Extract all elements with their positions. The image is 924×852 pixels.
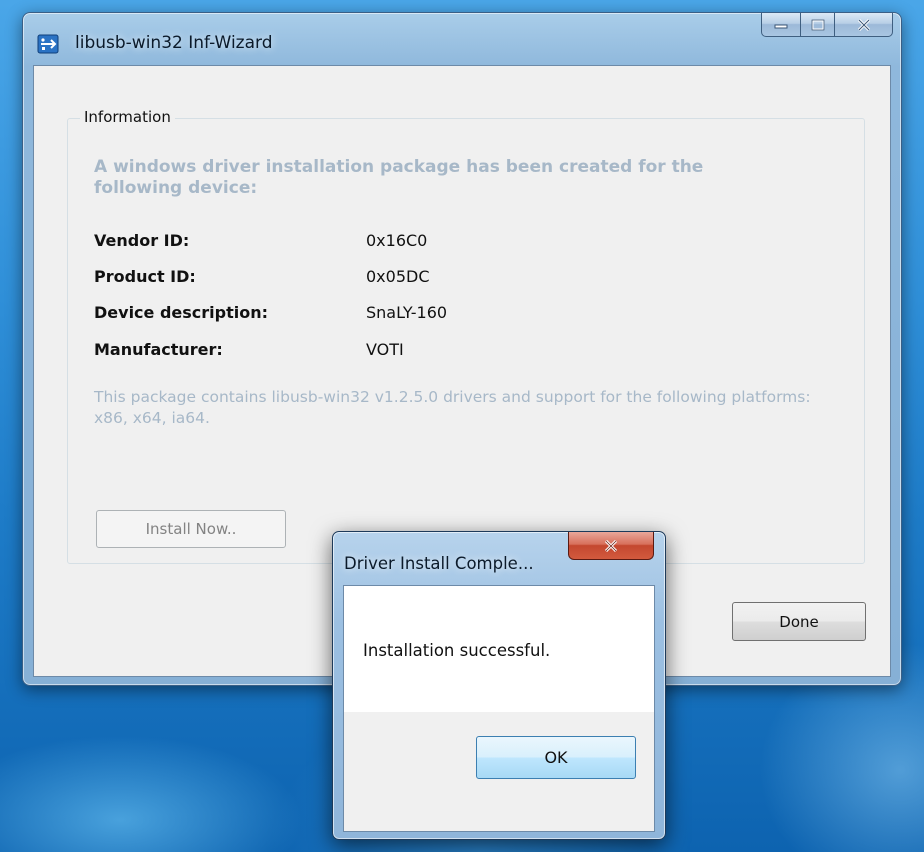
close-icon: [604, 539, 618, 552]
package-created-heading: A windows driver installation package ha…: [94, 157, 704, 198]
window-titlebar[interactable]: libusb-win32 Inf-Wizard: [23, 13, 901, 65]
device-description-value: SnaLY-160: [366, 303, 448, 322]
information-groupbox: Information A windows driver installatio…: [67, 108, 865, 564]
vendor-id-label: Vendor ID:: [94, 231, 190, 250]
usb-app-icon: [37, 33, 59, 55]
dialog-close-button[interactable]: [568, 532, 654, 560]
ok-button[interactable]: OK: [476, 736, 636, 779]
close-icon: [857, 18, 870, 31]
close-button[interactable]: [835, 13, 893, 37]
dialog-message: Installation successful.: [363, 641, 551, 660]
product-id-label: Product ID:: [94, 267, 196, 286]
window-title: libusb-win32 Inf-Wizard: [75, 33, 273, 53]
minimize-button[interactable]: [761, 13, 801, 37]
dialog-message-area: Installation successful.: [344, 586, 654, 712]
dialog-client-area: Installation successful. OK: [343, 585, 655, 832]
product-id-value: 0x05DC: [366, 267, 430, 286]
information-group-title: Information: [80, 108, 175, 126]
maximize-button[interactable]: [801, 13, 835, 37]
install-now-button[interactable]: Install Now..: [96, 510, 286, 548]
maximize-icon: [811, 19, 824, 30]
minimize-icon: [774, 24, 788, 28]
vendor-id-value: 0x16C0: [366, 231, 428, 250]
manufacturer-label: Manufacturer:: [94, 340, 223, 359]
package-info-note: This package contains libusb-win32 v1.2.…: [94, 388, 811, 427]
caption-buttons: [761, 13, 893, 41]
dialog-title: Driver Install Comple...: [344, 554, 534, 573]
manufacturer-value: VOTI: [366, 340, 404, 359]
done-button[interactable]: Done: [732, 602, 866, 641]
install-complete-dialog: Driver Install Comple... Installation su…: [332, 531, 666, 840]
device-description-label: Device description:: [94, 303, 269, 322]
